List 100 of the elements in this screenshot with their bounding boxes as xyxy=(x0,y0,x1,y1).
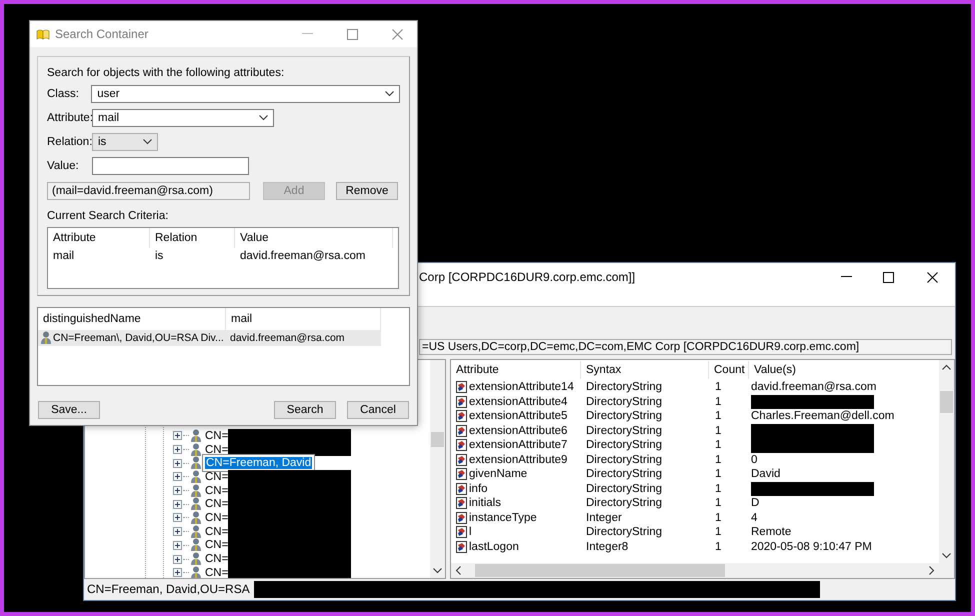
attribute-icon xyxy=(456,497,467,510)
remove-button[interactable]: Remove xyxy=(336,182,398,200)
minimize-icon[interactable] xyxy=(840,276,852,278)
book-icon xyxy=(36,28,50,40)
table-cell-text: 1 xyxy=(714,439,722,452)
table-cell: Charles.Freeman@dell.com xyxy=(751,410,894,422)
expand-icon[interactable] xyxy=(173,540,182,550)
section-label: Current Search Criteria: xyxy=(47,210,170,224)
user-icon xyxy=(190,470,202,484)
column-header[interactable]: Syntax xyxy=(581,361,709,379)
scroll-left-icon[interactable] xyxy=(455,566,461,575)
horizontal-scrollbar[interactable] xyxy=(451,563,939,578)
table-cell: extensionAttribute4 xyxy=(469,396,568,408)
user-icon xyxy=(190,442,202,457)
table-cell: CN=Freeman\, David,OU=RSA Div... xyxy=(53,332,224,344)
scrollbar[interactable] xyxy=(939,360,954,563)
table-cell-text: 1 xyxy=(714,482,722,495)
relation-dropdown[interactable]: is xyxy=(92,133,158,151)
expand-icon[interactable] xyxy=(173,554,182,564)
scrollbar-thumb[interactable] xyxy=(940,390,953,412)
attribute-icon xyxy=(456,410,467,422)
table-cell: 0 xyxy=(751,454,758,466)
table-cell: instanceType xyxy=(469,512,537,524)
expand-icon[interactable] xyxy=(173,513,182,522)
table-cell-text: DirectoryString xyxy=(585,410,664,422)
expand-icon[interactable] xyxy=(173,445,182,454)
save-button[interactable]: Save... xyxy=(38,401,100,419)
attribute-icon xyxy=(456,424,467,437)
search-button[interactable]: Search xyxy=(274,401,336,419)
user-icon xyxy=(190,428,202,443)
table-cell: initials xyxy=(469,497,501,510)
filter-field: (mail=david.freeman@rsa.com) xyxy=(47,182,250,200)
user-icon xyxy=(190,566,202,578)
user-icon xyxy=(190,510,202,525)
expand-icon[interactable] xyxy=(173,500,182,509)
scroll-right-icon[interactable] xyxy=(929,566,935,575)
tree-item[interactable]: CN= xyxy=(205,430,228,442)
tree-item[interactable]: CN= xyxy=(205,498,228,510)
attribute-dropdown[interactable]: mail xyxy=(92,109,274,127)
column-header[interactable]: Relation xyxy=(150,228,235,248)
table-cell-text: DirectoryString xyxy=(585,497,664,510)
window-title: Corp [CORPDC16DUR9.corp.emc.com]] xyxy=(419,270,636,284)
tree-item[interactable]: CN= xyxy=(205,512,228,524)
user-icon xyxy=(190,456,202,470)
table-cell-text: 1 xyxy=(714,410,722,422)
user-icon xyxy=(190,497,202,512)
tree-item[interactable]: CN= xyxy=(205,539,228,552)
tree-item[interactable]: CN=Freeman, David xyxy=(205,457,312,470)
tree-item[interactable]: CN= xyxy=(205,484,228,497)
scrollbar[interactable] xyxy=(430,360,445,578)
table-cell: extensionAttribute9 xyxy=(469,454,568,466)
tree-item[interactable]: CN= xyxy=(205,566,228,578)
attribute-icon xyxy=(456,512,467,524)
tree-item[interactable]: CN= xyxy=(205,444,228,456)
expand-icon[interactable] xyxy=(173,486,182,496)
table-cell-text: 1 xyxy=(714,512,722,524)
attribute-icon xyxy=(456,526,467,538)
tree-item[interactable]: CN= xyxy=(205,470,228,483)
tree-item[interactable]: CN= xyxy=(205,553,228,566)
result-row[interactable]: CN=Freeman\, David,OU=RSA Div... david.freeman@rsa.com xyxy=(38,330,381,346)
scrollbar-thumb[interactable] xyxy=(431,432,444,447)
cancel-button[interactable]: Cancel xyxy=(347,401,409,419)
column-header[interactable]: Value(s) xyxy=(749,361,939,379)
table-cell-text: david.freeman@rsa.com xyxy=(239,250,366,262)
expand-icon[interactable] xyxy=(173,527,182,536)
scrollbar-thumb[interactable] xyxy=(475,564,725,577)
column-header[interactable]: Attribute xyxy=(451,361,581,379)
value-field[interactable] xyxy=(92,157,249,175)
table-cell: l xyxy=(469,526,472,538)
scroll-down-icon[interactable] xyxy=(433,568,442,574)
user-icon xyxy=(40,331,52,345)
attribute-icon xyxy=(456,540,467,553)
table-cell-text: DirectoryString xyxy=(585,381,664,394)
expand-icon[interactable] xyxy=(173,568,182,578)
table-cell: David xyxy=(751,468,780,480)
close-icon[interactable] xyxy=(926,272,938,282)
user-icon xyxy=(190,524,202,539)
user-icon xyxy=(190,484,202,498)
expand-icon[interactable] xyxy=(173,472,182,482)
attribute-icon xyxy=(456,381,467,394)
table-cell-text: 1 xyxy=(714,381,722,394)
column-header[interactable]: Value xyxy=(235,228,393,248)
table-cell: extensionAttribute5 xyxy=(469,410,568,422)
table-cell-text: 1 xyxy=(714,424,722,437)
scroll-down-icon[interactable] xyxy=(942,553,951,559)
attribute-icon xyxy=(456,482,467,495)
class-dropdown[interactable]: user xyxy=(91,85,400,103)
table-cell-text: DirectoryString xyxy=(585,424,664,437)
attribute-icon xyxy=(456,454,467,466)
table-cell-text: mail xyxy=(52,250,76,262)
scroll-up-icon[interactable] xyxy=(942,364,951,370)
expand-icon[interactable] xyxy=(173,458,182,468)
tree-item[interactable]: CN= xyxy=(205,526,228,538)
table-cell: extensionAttribute14 xyxy=(469,381,574,394)
maximize-icon[interactable] xyxy=(882,272,894,282)
expand-icon[interactable] xyxy=(173,431,182,440)
column-header[interactable]: Attribute xyxy=(48,228,150,248)
column-header[interactable]: Count xyxy=(709,361,749,379)
table-cell-text: Integer xyxy=(585,512,623,524)
field-label: Relation: xyxy=(47,136,92,148)
